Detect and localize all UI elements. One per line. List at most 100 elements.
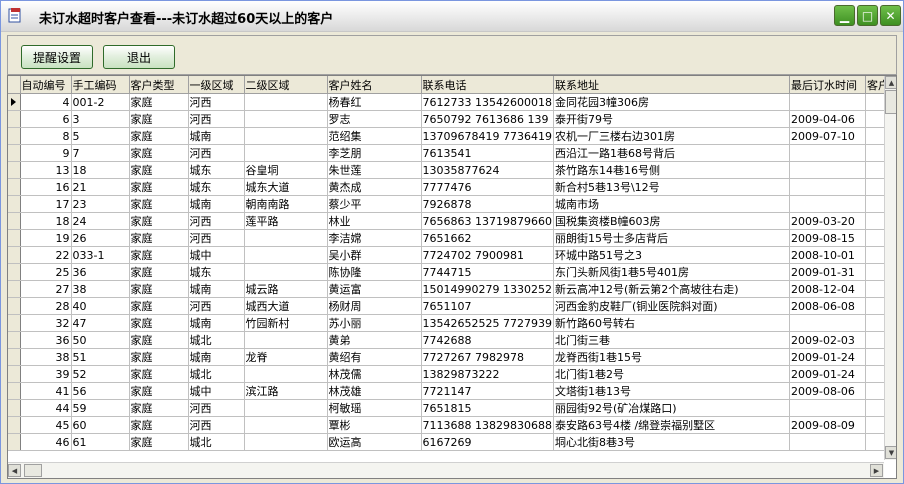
table-cell[interactable]: 家庭: [129, 280, 189, 298]
table-cell[interactable]: 7650792 7613686 139: [421, 110, 554, 128]
table-cell[interactable]: [244, 331, 328, 349]
table-cell[interactable]: 46: [20, 433, 72, 451]
table-cell[interactable]: 7744715: [421, 263, 554, 281]
table-cell[interactable]: 2009-08-15: [789, 229, 866, 247]
table-cell[interactable]: 7721147: [421, 382, 554, 400]
table-cell[interactable]: 59: [71, 399, 130, 417]
table-cell[interactable]: 家庭: [129, 331, 189, 349]
table-row[interactable]: 16 21 家庭 城东 城东大道 黄杰成 7777476 新合村5巷13号\12号: [8, 178, 896, 196]
table-cell[interactable]: 林茂儒: [327, 365, 422, 383]
table-cell[interactable]: [244, 433, 328, 451]
column-header[interactable]: 联系地址: [553, 76, 790, 94]
scroll-up-button[interactable]: ▲: [885, 76, 896, 89]
table-cell[interactable]: 泰安路63号4楼 /绵登崇福别墅区: [553, 416, 790, 434]
table-cell[interactable]: 家庭: [129, 297, 189, 315]
table-row[interactable]: 27 38 家庭 城南 城云路 黄运富 15014990279 1330252 新云高冲12号…: [8, 280, 896, 298]
table-row[interactable]: 4 001-2 家庭 河西 杨春红 7612733 13542600018 金同花园3幢30…: [8, 93, 896, 111]
table-cell[interactable]: 陈协隆: [327, 263, 422, 281]
table-cell[interactable]: 城云路: [244, 280, 328, 298]
table-cell[interactable]: 2008-06-08: [789, 297, 866, 315]
table-cell[interactable]: 家庭: [129, 382, 189, 400]
table-row[interactable]: 44 59 家庭 河西 柯敏瑶 7651815 丽园街92号(矿冶煤路口): [8, 399, 896, 417]
table-cell[interactable]: 东门头新风街1巷5号401房: [553, 263, 790, 281]
row-indicator[interactable]: [8, 365, 21, 383]
table-cell[interactable]: 47: [71, 314, 130, 332]
table-cell[interactable]: 家庭: [129, 348, 189, 366]
table-cell[interactable]: 龙脊西街1巷15号: [553, 348, 790, 366]
table-row[interactable]: 32 47 家庭 城南 竹园新村 苏小丽 13542652525 7727939 新竹路60号…: [8, 314, 896, 332]
table-cell[interactable]: 家庭: [129, 127, 189, 145]
customer-grid[interactable]: 自动编号 手工编码 客户类型 一级区域 二级区域 客户姓名 联系电话 联系地址 最后订水时间 客户…: [7, 75, 897, 479]
table-cell[interactable]: 13709678419 7736419: [421, 127, 554, 145]
table-row[interactable]: 41 56 家庭 城中 滨江路 林茂雄 7721147 文塔街1巷13号 2009-08-06: [8, 382, 896, 400]
table-cell[interactable]: 13035877624: [421, 161, 554, 179]
row-indicator[interactable]: [8, 297, 21, 315]
table-cell[interactable]: 41: [20, 382, 72, 400]
table-cell[interactable]: 6: [20, 110, 72, 128]
table-cell[interactable]: 家庭: [129, 93, 189, 111]
table-cell[interactable]: 9: [20, 144, 72, 162]
table-cell[interactable]: 丽朗街15号士多店背后: [553, 229, 790, 247]
table-cell[interactable]: 2009-03-20: [789, 212, 866, 230]
table-row[interactable]: 22 033-1 家庭 城中 吴小群 7724702 7900981 环城中路51号之3 20…: [8, 246, 896, 264]
column-header[interactable]: 客户姓名: [327, 76, 422, 94]
table-row[interactable]: 38 51 家庭 城南 龙脊 黄绍有 7727267 7982978 龙脊西街1巷15号 200…: [8, 348, 896, 366]
table-cell[interactable]: 城东: [188, 161, 245, 179]
table-cell[interactable]: 环城中路51号之3: [553, 246, 790, 264]
table-cell[interactable]: 18: [20, 212, 72, 230]
vertical-scrollbar[interactable]: ▲ ▼: [884, 76, 896, 460]
row-indicator[interactable]: [8, 93, 21, 111]
exit-button[interactable]: 退出: [103, 45, 175, 69]
table-cell[interactable]: 北门街三巷: [553, 331, 790, 349]
table-cell[interactable]: [789, 195, 866, 213]
table-cell[interactable]: 7613541: [421, 144, 554, 162]
table-cell[interactable]: 河西: [188, 144, 245, 162]
table-row[interactable]: 46 61 家庭 城北 欧运高 6167269 垌心北街8巷3号: [8, 433, 896, 451]
table-cell[interactable]: 林茂雄: [327, 382, 422, 400]
table-cell[interactable]: 家庭: [129, 365, 189, 383]
table-cell[interactable]: 农机一厂三楼右边301房: [553, 127, 790, 145]
table-cell[interactable]: 001-2: [71, 93, 130, 111]
table-cell[interactable]: 林业: [327, 212, 422, 230]
table-cell[interactable]: [789, 93, 866, 111]
table-cell[interactable]: 56: [71, 382, 130, 400]
table-cell[interactable]: [244, 263, 328, 281]
table-cell[interactable]: 李洁嫦: [327, 229, 422, 247]
table-cell[interactable]: [789, 399, 866, 417]
row-indicator[interactable]: [8, 314, 21, 332]
table-cell[interactable]: [244, 144, 328, 162]
table-cell[interactable]: 17: [20, 195, 72, 213]
table-cell[interactable]: [244, 93, 328, 111]
table-cell[interactable]: 24: [71, 212, 130, 230]
table-cell[interactable]: 河西: [188, 229, 245, 247]
table-cell[interactable]: 城中: [188, 246, 245, 264]
table-cell[interactable]: 新竹路60号转右: [553, 314, 790, 332]
table-cell[interactable]: 城东: [188, 263, 245, 281]
close-button[interactable]: ✕: [880, 5, 901, 26]
scroll-right-button[interactable]: ▶: [870, 464, 883, 477]
table-cell[interactable]: 19: [20, 229, 72, 247]
table-cell[interactable]: 苏小丽: [327, 314, 422, 332]
table-cell[interactable]: 7724702 7900981: [421, 246, 554, 264]
column-header[interactable]: 联系电话: [421, 76, 554, 94]
table-cell[interactable]: 7656863 13719879660: [421, 212, 554, 230]
table-cell[interactable]: 家庭: [129, 110, 189, 128]
table-cell[interactable]: 柯敏瑶: [327, 399, 422, 417]
column-header[interactable]: 一级区域: [188, 76, 245, 94]
column-header[interactable]: 手工编码: [71, 76, 130, 94]
table-cell[interactable]: 国税集资楼B幢603房: [553, 212, 790, 230]
row-indicator[interactable]: [8, 229, 21, 247]
table-cell[interactable]: 城北: [188, 433, 245, 451]
table-cell[interactable]: 河西: [188, 212, 245, 230]
table-cell[interactable]: 文塔街1巷13号: [553, 382, 790, 400]
table-cell[interactable]: [789, 161, 866, 179]
table-cell[interactable]: [244, 246, 328, 264]
table-cell[interactable]: 45: [20, 416, 72, 434]
table-cell[interactable]: 河西: [188, 93, 245, 111]
table-cell[interactable]: 7727267 7982978: [421, 348, 554, 366]
table-cell[interactable]: 28: [20, 297, 72, 315]
table-cell[interactable]: 城东大道: [244, 178, 328, 196]
table-cell[interactable]: 4: [20, 93, 72, 111]
table-cell[interactable]: 27: [20, 280, 72, 298]
table-cell[interactable]: 2009-02-03: [789, 331, 866, 349]
